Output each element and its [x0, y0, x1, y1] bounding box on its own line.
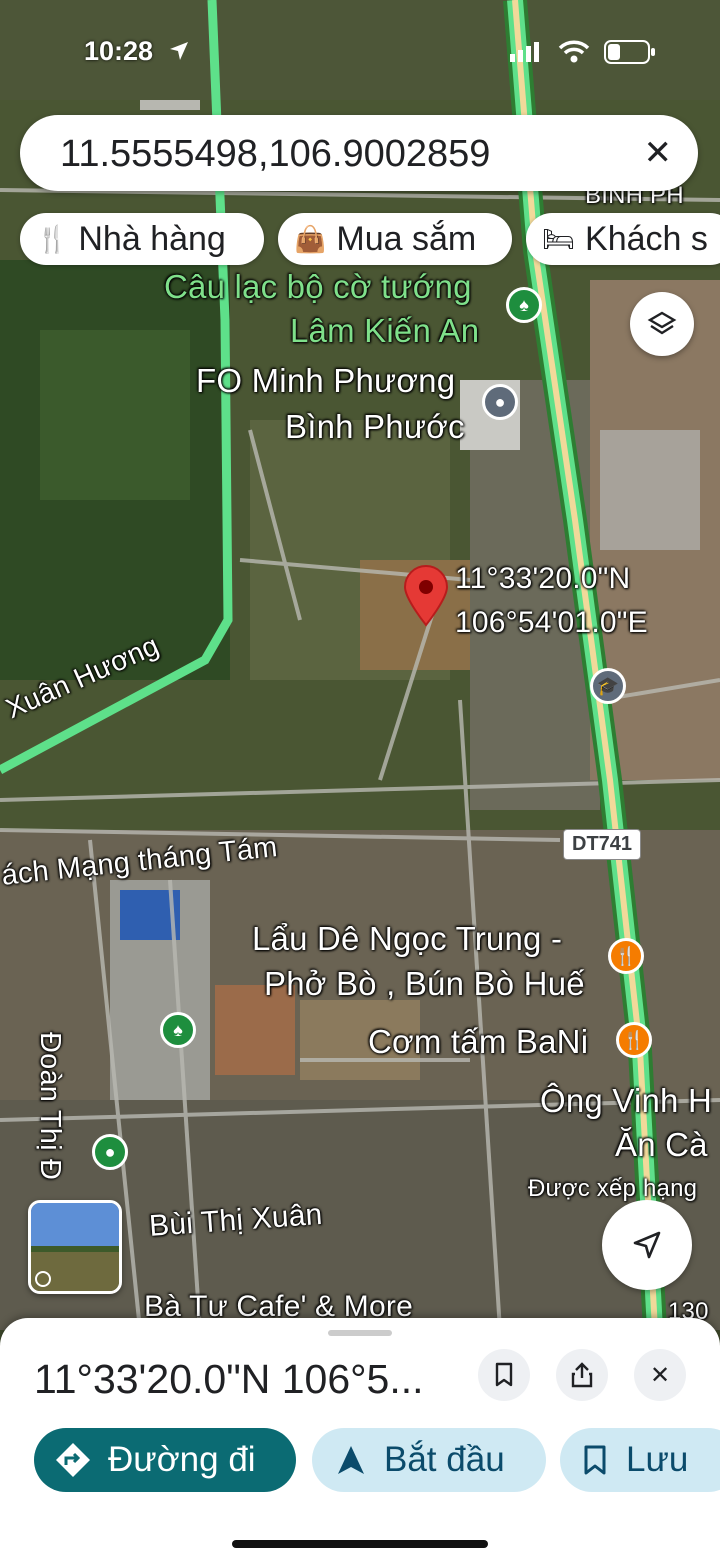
share-icon — [571, 1362, 593, 1388]
home-indicator[interactable] — [232, 1540, 488, 1548]
wifi-icon — [558, 40, 590, 63]
status-bar: 10:28 — [0, 0, 720, 95]
bookmark-icon — [495, 1362, 513, 1387]
park-pin-icon[interactable]: ♠ — [506, 287, 542, 323]
street-view-thumbnail[interactable] — [28, 1200, 122, 1294]
close-icon: ✕ — [649, 1361, 671, 1389]
search-bar[interactable]: 11.5555498,106.9002859 ✕ — [20, 115, 698, 191]
restaurant-icon: 🍴 — [36, 223, 69, 254]
chip-hotels-label: Khách s — [585, 219, 708, 258]
bed-icon: 🛏 — [542, 223, 576, 254]
restaurant-pin-icon[interactable]: 🍴 — [608, 938, 644, 974]
road-shield-dt741: DT741 — [563, 829, 642, 860]
map-view[interactable]: Câu lạc bộ cờ tướng Lâm Kiến An ♠ FO Min… — [0, 0, 720, 1330]
chip-shopping[interactable]: 👜 Mua sắm — [278, 213, 512, 265]
directions-icon — [56, 1443, 90, 1477]
pin-longitude-label: 106°54'01.0"E — [455, 606, 648, 639]
navigation-icon — [338, 1446, 364, 1474]
place-pin-icon[interactable]: ● — [482, 384, 518, 420]
share-button[interactable] — [556, 1349, 608, 1401]
navigation-arrow-icon — [633, 1231, 661, 1259]
road-label-doan-thi: Đoàn Thị Đ — [34, 1032, 66, 1181]
map-label-fo-line1[interactable]: FO Minh Phương — [196, 362, 455, 400]
drag-handle[interactable] — [328, 1330, 392, 1336]
place-title: 11°33'20.0"N 106°5... — [34, 1356, 424, 1402]
park-pin-icon-2[interactable]: ♠ — [160, 1012, 196, 1048]
directions-label: Đường đi — [108, 1440, 256, 1479]
map-label-club-line1[interactable]: Câu lạc bộ cờ tướng — [164, 268, 472, 306]
map-label-com-tam[interactable]: Cơm tấm BaNi — [368, 1023, 588, 1061]
save-label: Lưu — [626, 1440, 689, 1479]
layers-icon — [647, 311, 677, 335]
dropped-pin-icon[interactable] — [403, 565, 449, 627]
place-bottom-sheet[interactable]: 11°33'20.0"N 106°5... ✕ Đường đi Bắt đầu… — [0, 1318, 720, 1562]
start-button[interactable]: Bắt đầu — [312, 1428, 546, 1492]
layers-button[interactable] — [630, 292, 694, 356]
place-pin-icon-green[interactable]: ● — [92, 1134, 128, 1170]
bookmark-icon-2 — [584, 1445, 606, 1475]
map-label-club-line2[interactable]: Lâm Kiến An — [290, 312, 479, 350]
battery-icon — [604, 40, 655, 64]
location-arrow-icon — [170, 42, 188, 60]
pin-latitude-label: 11°33'20.0"N — [455, 562, 631, 595]
school-pin-icon[interactable]: 🎓 — [590, 668, 626, 704]
map-label-lau-de-line1[interactable]: Lẩu Dê Ngọc Trung - — [252, 920, 562, 958]
chip-hotels[interactable]: 🛏 Khách s — [526, 213, 720, 265]
shopping-bag-icon: 👜 — [294, 223, 327, 254]
chip-restaurants[interactable]: 🍴 Nhà hàng — [20, 213, 264, 265]
map-label-lau-de-line2[interactable]: Phở Bò , Bún Bò Huế — [264, 965, 585, 1003]
clear-search-icon[interactable]: ✕ — [644, 133, 673, 173]
close-sheet-button[interactable]: ✕ — [634, 1349, 686, 1401]
directions-button[interactable]: Đường đi — [34, 1428, 296, 1492]
map-label-ong-vinh-line2[interactable]: Ăn Cà — [615, 1126, 708, 1164]
chip-shopping-label: Mua sắm — [336, 219, 477, 258]
restaurant-pin-icon-2[interactable]: 🍴 — [616, 1022, 652, 1058]
my-location-button[interactable] — [602, 1200, 692, 1290]
save-icon-button[interactable] — [478, 1349, 530, 1401]
search-query[interactable]: 11.5555498,106.9002859 — [60, 133, 490, 176]
chip-restaurants-label: Nhà hàng — [78, 219, 226, 258]
map-label-ranked: Được xếp hạng — [528, 1175, 698, 1202]
street-view-image — [31, 1203, 119, 1291]
map-label-fo-line2[interactable]: Bình Phước — [285, 408, 465, 446]
cellular-signal-icon — [510, 42, 539, 62]
map-label-ong-vinh-line1[interactable]: Ông Vinh H — [540, 1082, 712, 1120]
save-button[interactable]: Lưu — [560, 1428, 720, 1492]
start-label: Bắt đầu — [384, 1440, 505, 1479]
status-time: 10:28 — [84, 36, 154, 66]
